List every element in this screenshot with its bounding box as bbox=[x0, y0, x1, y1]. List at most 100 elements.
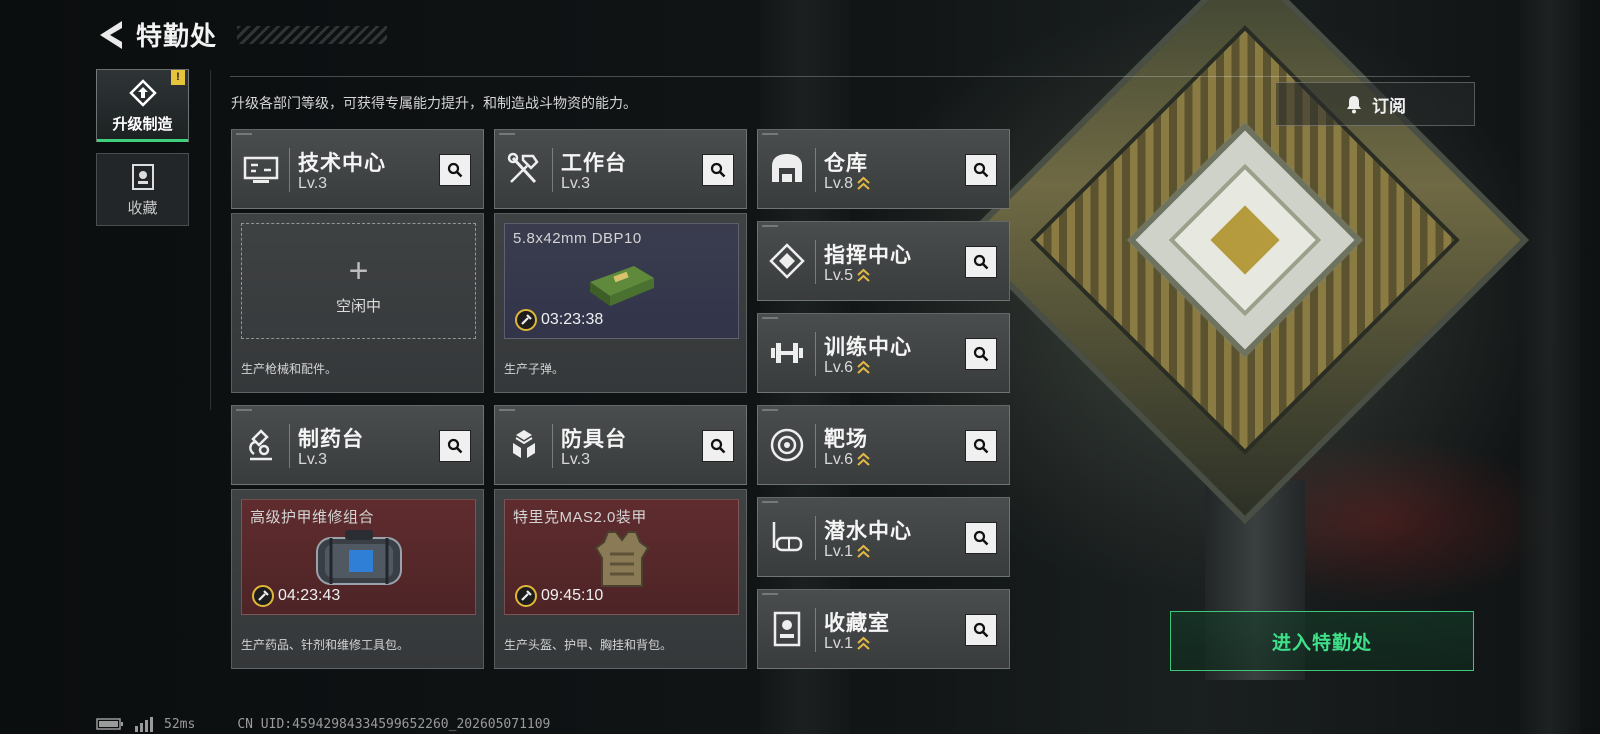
facility-card-command-center[interactable]: 指挥中心 Lv.5 bbox=[757, 221, 1010, 301]
facility-card-tech-center[interactable]: 技术中心 Lv.3 bbox=[231, 129, 484, 209]
production-timer: 03:23:38 bbox=[515, 309, 603, 331]
facility-name: 工作台 bbox=[561, 152, 627, 175]
background-pillar bbox=[1520, 0, 1580, 734]
title-decoration bbox=[237, 25, 388, 44]
production-slot-active[interactable]: 高级护甲维修组合 04:23:43 bbox=[241, 499, 476, 615]
nav-collection[interactable]: 收藏 bbox=[96, 153, 189, 226]
production-slot-empty[interactable]: + 空闲中 bbox=[241, 223, 476, 339]
page-description: 升级各部门等级，可获得专属能力提升，和制造战斗物资的能力。 bbox=[231, 95, 637, 111]
inspect-button[interactable] bbox=[439, 430, 471, 462]
facility-level: Lv.3 bbox=[298, 451, 328, 468]
inspect-button[interactable] bbox=[702, 154, 734, 186]
nav-divider bbox=[210, 70, 211, 410]
warehouse-icon bbox=[772, 154, 802, 182]
upgrade-available-icon bbox=[857, 452, 870, 466]
facility-card-armor-bench[interactable]: 防具台 Lv.3 bbox=[494, 405, 747, 485]
production-slot-active[interactable]: 特里克MAS2.0装甲 09:45:10 bbox=[504, 499, 739, 615]
production-panel-tech-center[interactable]: + 空闲中 生产枪械和配件。 bbox=[231, 213, 484, 393]
upgrade-available-icon bbox=[857, 176, 870, 190]
inspect-button[interactable] bbox=[965, 154, 997, 186]
facility-name: 仓库 bbox=[824, 152, 868, 175]
production-timer: 04:23:43 bbox=[252, 585, 340, 607]
inspect-button[interactable] bbox=[439, 154, 471, 186]
subscribe-button[interactable]: 订阅 bbox=[1275, 82, 1475, 126]
facility-name: 指挥中心 bbox=[824, 244, 912, 267]
battery-icon bbox=[96, 718, 123, 730]
inspect-button[interactable] bbox=[965, 246, 997, 278]
nav-upgrade-craft[interactable]: ! 升级制造 bbox=[96, 69, 189, 142]
search-icon bbox=[447, 162, 463, 178]
facility-card-diving-center[interactable]: 潜水中心 Lv.1 bbox=[757, 497, 1010, 577]
upgrade-available-icon bbox=[857, 544, 870, 558]
production-slot-active[interactable]: 5.8x42mm DBP10 03:23:38 bbox=[504, 223, 739, 339]
search-icon bbox=[973, 438, 989, 454]
ammo-box-image bbox=[589, 266, 654, 306]
armor-cubes-icon bbox=[513, 430, 535, 458]
panel-description: 生产药品、针剂和维修工具包。 bbox=[241, 638, 410, 652]
production-timer: 09:45:10 bbox=[515, 585, 603, 607]
facility-card-collection-room[interactable]: 收藏室 Lv.1 bbox=[757, 589, 1010, 669]
facility-card-pharmacy[interactable]: 制药台 Lv.3 bbox=[231, 405, 484, 485]
search-icon bbox=[447, 438, 463, 454]
facility-card-training-center[interactable]: 训练中心 Lv.6 bbox=[757, 313, 1010, 393]
upgrade-icon bbox=[128, 79, 157, 107]
bell-icon bbox=[1347, 96, 1361, 114]
search-icon bbox=[710, 438, 726, 454]
facility-level: Lv.8 bbox=[824, 175, 870, 193]
facility-name: 潜水中心 bbox=[824, 520, 912, 543]
production-panel-armor-bench[interactable]: 特里克MAS2.0装甲 09:45:10 生产头盔、护甲、胸挂和背包。 bbox=[494, 489, 747, 669]
panel-description: 生产枪械和配件。 bbox=[241, 362, 338, 376]
header-divider bbox=[230, 76, 1470, 77]
status-footer: 52ms CN UID:45942984334599652260_2026050… bbox=[96, 716, 550, 732]
facility-level: Lv.1 bbox=[824, 635, 870, 653]
upgrade-available-icon bbox=[857, 268, 870, 282]
facility-card-shooting-range[interactable]: 靶场 Lv.6 bbox=[757, 405, 1010, 485]
facility-name: 防具台 bbox=[561, 428, 627, 451]
facility-name: 技术中心 bbox=[298, 152, 386, 175]
page-title: 特勤处 bbox=[136, 21, 218, 51]
facility-card-warehouse[interactable]: 仓库 Lv.8 bbox=[757, 129, 1010, 209]
ping-readout: 52ms bbox=[164, 716, 196, 732]
collection-room-icon bbox=[773, 611, 801, 647]
inspect-button[interactable] bbox=[965, 614, 997, 646]
facility-level: Lv.6 bbox=[824, 451, 870, 469]
facility-level: Lv.1 bbox=[824, 543, 870, 561]
item-name: 特里克MAS2.0装甲 bbox=[513, 509, 647, 526]
inspect-button[interactable] bbox=[965, 522, 997, 554]
diving-mask-icon bbox=[772, 522, 803, 552]
enter-hq-button[interactable]: 进入特勤处 bbox=[1170, 611, 1474, 671]
item-name: 5.8x42mm DBP10 bbox=[513, 230, 642, 247]
alert-badge: ! bbox=[171, 70, 185, 85]
back-arrow-icon[interactable] bbox=[96, 18, 126, 52]
facility-name: 靶场 bbox=[824, 428, 868, 451]
slot-status: 空闲中 bbox=[335, 298, 381, 315]
inspect-button[interactable] bbox=[702, 430, 734, 462]
search-icon bbox=[973, 530, 989, 546]
search-icon bbox=[973, 346, 989, 362]
production-panel-pharmacy[interactable]: 高级护甲维修组合 04:23:43 生产药品、针剂和维修工具包。 bbox=[231, 489, 484, 669]
inspect-button[interactable] bbox=[965, 338, 997, 370]
dumbbell-icon bbox=[771, 343, 803, 363]
facility-level: Lv.5 bbox=[824, 267, 870, 285]
upgrade-available-icon bbox=[857, 360, 870, 374]
nav-label: 收藏 bbox=[127, 200, 158, 217]
search-icon bbox=[973, 622, 989, 638]
facility-level: Lv.3 bbox=[561, 175, 591, 192]
search-icon bbox=[973, 254, 989, 270]
production-panel-workbench[interactable]: 5.8x42mm DBP10 03:23:38 生产子弹。 bbox=[494, 213, 747, 393]
facility-name: 收藏室 bbox=[824, 612, 890, 635]
repair-kit-image bbox=[315, 530, 402, 585]
panel-description: 生产子弹。 bbox=[504, 362, 565, 376]
facility-level: Lv.3 bbox=[561, 451, 591, 468]
inspect-button[interactable] bbox=[965, 430, 997, 462]
wrench-timer-icon bbox=[252, 585, 274, 607]
search-icon bbox=[710, 162, 726, 178]
facility-level: Lv.3 bbox=[298, 175, 328, 192]
microscope-icon bbox=[249, 429, 272, 461]
body-armor-image bbox=[594, 531, 649, 587]
facility-name: 制药台 bbox=[298, 428, 364, 451]
facility-level: Lv.6 bbox=[824, 359, 870, 377]
player-uid: CN UID:45942984334599652260_202605071109 bbox=[237, 716, 551, 732]
facility-card-workbench[interactable]: 工作台 Lv.3 bbox=[494, 129, 747, 209]
panel-description: 生产头盔、护甲、胸挂和背包。 bbox=[504, 638, 673, 652]
